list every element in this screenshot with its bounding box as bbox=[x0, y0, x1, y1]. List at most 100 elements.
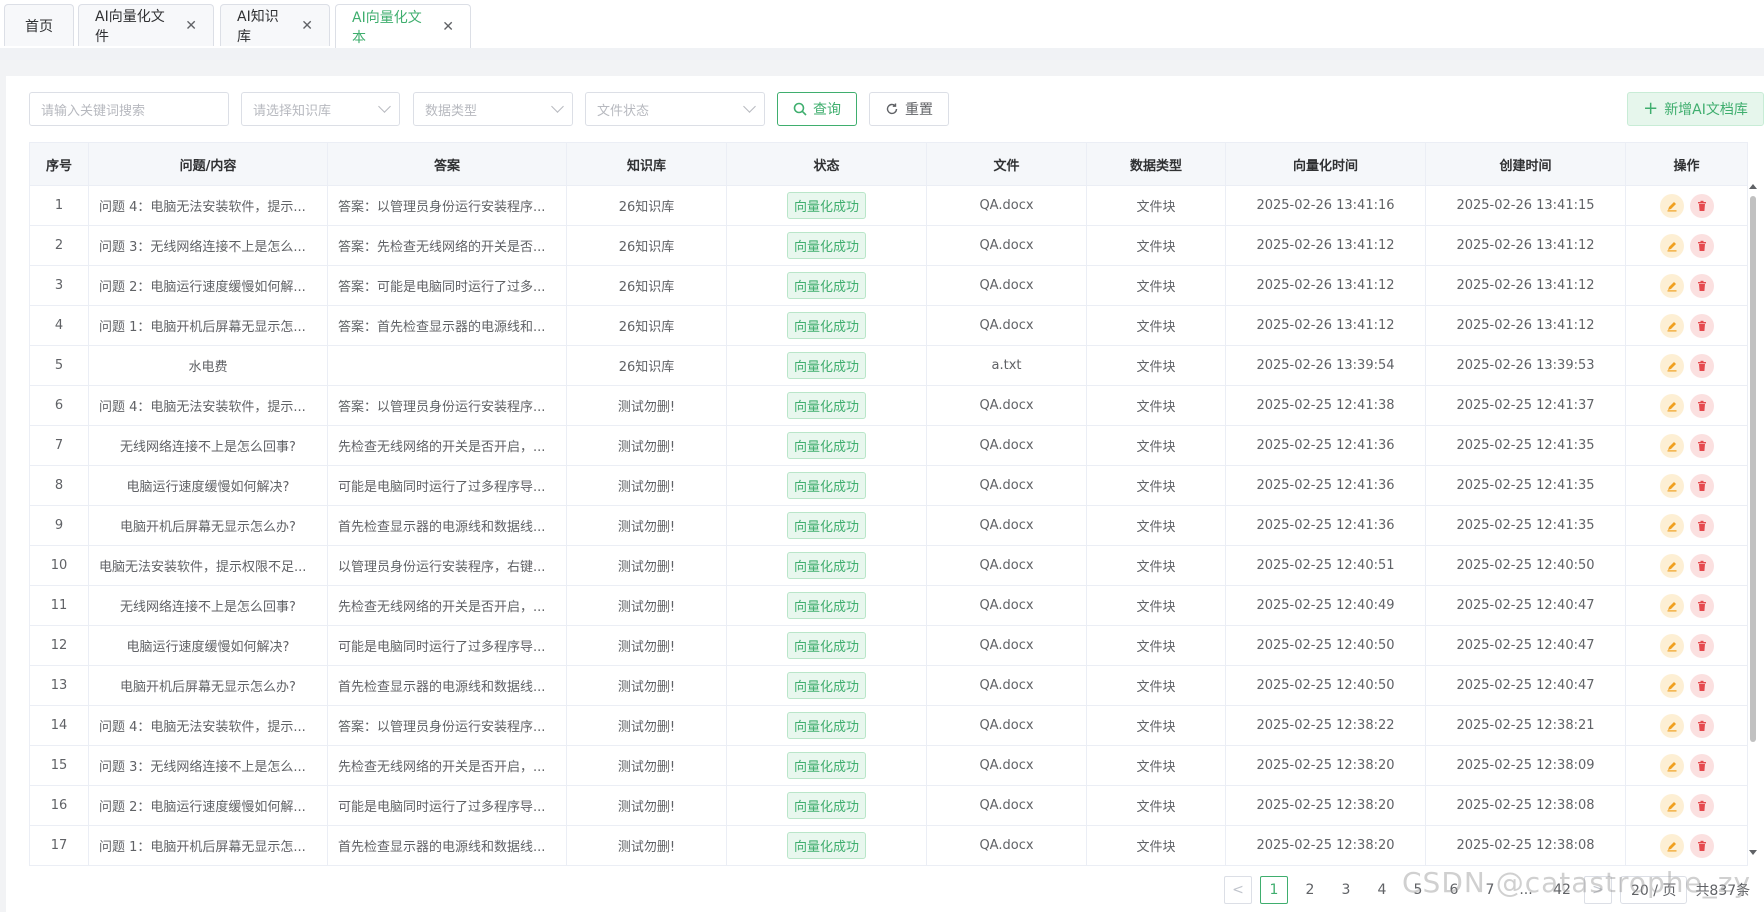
close-icon[interactable]: ✕ bbox=[185, 18, 197, 34]
table-row[interactable]: 14 问题 4：电脑无法安装软件，提示... 答案：以管理员身份运行安装程序... 测… bbox=[29, 705, 1748, 746]
edit-icon[interactable] bbox=[1659, 473, 1684, 498]
trash-icon[interactable] bbox=[1689, 673, 1714, 698]
trash-icon[interactable] bbox=[1689, 513, 1714, 538]
plus-icon: + bbox=[1643, 98, 1659, 119]
scroll-thumb[interactable] bbox=[1750, 196, 1756, 742]
data-type-select[interactable]: 数据类型 bbox=[413, 92, 573, 126]
table-row[interactable]: 4 问题 1：电脑开机后屏幕无显示怎... 答案：首先检查显示器的电源线和... 26… bbox=[29, 305, 1748, 346]
file-status-select[interactable]: 文件状态 bbox=[585, 92, 765, 126]
trash-icon[interactable] bbox=[1689, 593, 1714, 618]
edit-icon[interactable] bbox=[1659, 353, 1684, 378]
trash-icon[interactable] bbox=[1689, 433, 1714, 458]
file-cell: QA.docx bbox=[926, 185, 1087, 226]
tab-home[interactable]: 首页 bbox=[4, 4, 74, 46]
question-cell: 电脑无法安装软件，提示权限不足... bbox=[88, 545, 328, 586]
table-row[interactable]: 1 问题 4：电脑无法安装软件，提示... 答案：以管理员身份运行安装程序... 26… bbox=[29, 185, 1748, 226]
row-index: 12 bbox=[29, 625, 89, 666]
tab-ai-vector-text[interactable]: AI向量化文本 ✕ bbox=[335, 4, 471, 48]
file-cell: QA.docx bbox=[926, 585, 1087, 626]
edit-icon[interactable] bbox=[1659, 273, 1684, 298]
table-row[interactable]: 8 电脑运行速度缓慢如何解决? 可能是电脑同时运行了过多程序导... 测试勿删! 向量化… bbox=[29, 465, 1748, 506]
table-row[interactable]: 12 电脑运行速度缓慢如何解决? 可能是电脑同时运行了过多程序导... 测试勿删! 向量… bbox=[29, 625, 1748, 666]
status-cell: 向量化成功 bbox=[726, 585, 927, 626]
add-ai-doc-button[interactable]: + 新增AI文档库 bbox=[1627, 92, 1764, 126]
table-row[interactable]: 15 问题 3：无线网络连接不上是怎么... 先检查无线网络的开关是否开启，... 测… bbox=[29, 745, 1748, 786]
vectorized-time-cell: 2025-02-25 12:40:50 bbox=[1225, 625, 1426, 666]
page-number[interactable]: 3 bbox=[1332, 876, 1360, 904]
row-index: 2 bbox=[29, 225, 89, 266]
edit-icon[interactable] bbox=[1659, 793, 1684, 818]
status-badge: 向量化成功 bbox=[786, 752, 866, 779]
scroll-up-arrow[interactable] bbox=[1749, 184, 1757, 189]
actions-cell bbox=[1625, 705, 1748, 746]
edit-icon[interactable] bbox=[1659, 433, 1684, 458]
refresh-icon bbox=[886, 103, 898, 115]
table-row[interactable]: 6 问题 4：电脑无法安装软件，提示... 答案：以管理员身份运行安装程序... 测试… bbox=[29, 385, 1748, 426]
status-cell: 向量化成功 bbox=[726, 425, 927, 466]
close-icon[interactable]: ✕ bbox=[442, 19, 454, 35]
trash-icon[interactable] bbox=[1689, 233, 1714, 258]
trash-icon[interactable] bbox=[1689, 833, 1714, 858]
table-row[interactable]: 7 无线网络连接不上是怎么回事? 先检查无线网络的开关是否开启，... 测试勿删! 向量… bbox=[29, 425, 1748, 466]
scroll-down-arrow[interactable] bbox=[1749, 850, 1757, 855]
actions-cell bbox=[1625, 385, 1748, 426]
search-button[interactable]: 查询 bbox=[777, 92, 857, 126]
trash-icon[interactable] bbox=[1689, 713, 1714, 738]
knowledge-base-cell: 26知识库 bbox=[566, 185, 727, 226]
table-scrollbar[interactable] bbox=[1748, 182, 1758, 855]
page-number[interactable]: 4 bbox=[1368, 876, 1396, 904]
created-time-cell: 2025-02-26 13:41:12 bbox=[1425, 305, 1626, 346]
table-row[interactable]: 5 水电费 26知识库 向量化成功 a.txt 文件块 2025-02-26 13:39:5… bbox=[29, 345, 1748, 386]
table-row[interactable]: 16 问题 2：电脑运行速度缓慢如何解... 可能是电脑同时运行了过多程序导... 测… bbox=[29, 785, 1748, 826]
edit-icon[interactable] bbox=[1659, 553, 1684, 578]
edit-icon[interactable] bbox=[1659, 313, 1684, 338]
tab-label: AI向量化文件 bbox=[95, 8, 165, 45]
edit-icon[interactable] bbox=[1659, 633, 1684, 658]
trash-icon[interactable] bbox=[1689, 193, 1714, 218]
edit-icon[interactable] bbox=[1659, 713, 1684, 738]
page-number[interactable]: 2 bbox=[1296, 876, 1324, 904]
trash-icon[interactable] bbox=[1689, 793, 1714, 818]
row-index: 16 bbox=[29, 785, 89, 826]
tab-ai-vector-file[interactable]: AI向量化文件 ✕ bbox=[78, 4, 214, 46]
edit-icon[interactable] bbox=[1659, 753, 1684, 778]
trash-icon[interactable] bbox=[1689, 313, 1714, 338]
table-row[interactable]: 10 电脑无法安装软件，提示权限不足... 以管理员身份运行安装程序，右键... 测试… bbox=[29, 545, 1748, 586]
edit-icon[interactable] bbox=[1659, 233, 1684, 258]
tab-ai-knowledge-base[interactable]: AI知识库 ✕ bbox=[220, 4, 330, 46]
page-number[interactable]: 1 bbox=[1260, 876, 1288, 904]
answer-cell: 先检查无线网络的开关是否开启，... bbox=[327, 585, 567, 626]
close-icon[interactable]: ✕ bbox=[301, 18, 313, 34]
edit-icon[interactable] bbox=[1659, 193, 1684, 218]
reset-button[interactable]: 重置 bbox=[869, 92, 949, 126]
table-row[interactable]: 11 无线网络连接不上是怎么回事? 先检查无线网络的开关是否开启，... 测试勿删! 向… bbox=[29, 585, 1748, 626]
trash-icon[interactable] bbox=[1689, 473, 1714, 498]
trash-icon[interactable] bbox=[1689, 393, 1714, 418]
edit-icon[interactable] bbox=[1659, 673, 1684, 698]
table-row[interactable]: 3 问题 2：电脑运行速度缓慢如何解... 答案：可能是电脑同时运行了过多... 26… bbox=[29, 265, 1748, 306]
table-row[interactable]: 17 问题 1：电脑开机后屏幕无显示怎... 首先检查显示器的电源线和数据线... 测… bbox=[29, 825, 1748, 866]
edit-icon[interactable] bbox=[1659, 513, 1684, 538]
status-badge: 向量化成功 bbox=[786, 352, 866, 379]
table-row[interactable]: 13 电脑开机后屏幕无显示怎么办? 首先检查显示器的电源线和数据线... 测试勿删! 向… bbox=[29, 665, 1748, 706]
prev-page-button[interactable]: < bbox=[1224, 876, 1252, 904]
edit-icon[interactable] bbox=[1659, 833, 1684, 858]
trash-icon[interactable] bbox=[1689, 353, 1714, 378]
knowledge-base-select[interactable]: 请选择知识库 bbox=[241, 92, 400, 126]
answer-cell: 先检查无线网络的开关是否开启，... bbox=[327, 745, 567, 786]
edit-icon[interactable] bbox=[1659, 393, 1684, 418]
keyword-search-input[interactable]: 请输入关键词搜索 bbox=[29, 92, 229, 126]
data-type-cell: 文件块 bbox=[1086, 225, 1226, 266]
trash-icon[interactable] bbox=[1689, 553, 1714, 578]
knowledge-base-cell: 测试勿删! bbox=[566, 545, 727, 586]
trash-icon[interactable] bbox=[1689, 753, 1714, 778]
trash-icon[interactable] bbox=[1689, 273, 1714, 298]
edit-icon[interactable] bbox=[1659, 593, 1684, 618]
answer-cell: 可能是电脑同时运行了过多程序导... bbox=[327, 625, 567, 666]
trash-icon[interactable] bbox=[1689, 633, 1714, 658]
data-type-cell: 文件块 bbox=[1086, 665, 1226, 706]
actions-cell bbox=[1625, 745, 1748, 786]
status-cell: 向量化成功 bbox=[726, 505, 927, 546]
table-row[interactable]: 2 问题 3：无线网络连接不上是怎么... 答案：先检查无线网络的开关是否... 26… bbox=[29, 225, 1748, 266]
table-row[interactable]: 9 电脑开机后屏幕无显示怎么办? 首先检查显示器的电源线和数据线... 测试勿删! 向量… bbox=[29, 505, 1748, 546]
